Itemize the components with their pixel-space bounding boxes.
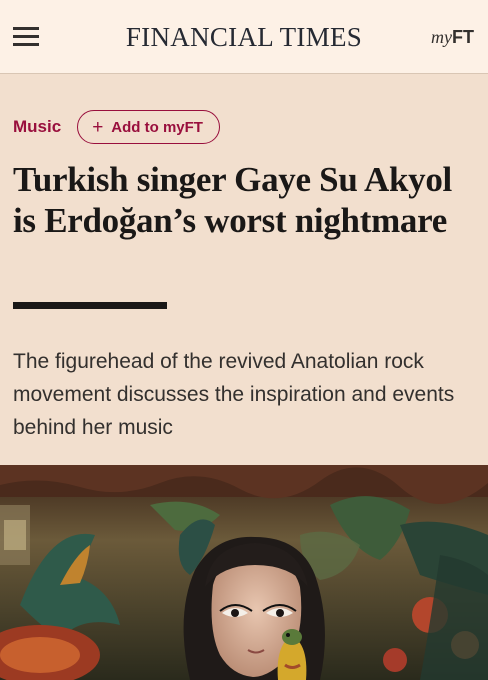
myft-link-prefix: my bbox=[431, 27, 452, 47]
myft-link[interactable]: myFT bbox=[431, 27, 474, 48]
article-topic-row: Music + Add to myFT bbox=[13, 109, 220, 145]
add-to-myft-label: Add to myFT bbox=[111, 118, 203, 136]
headline-divider bbox=[13, 302, 167, 309]
article-standfirst: The figurehead of the revived Anatolian … bbox=[13, 350, 455, 439]
myft-link-suffix: FT bbox=[452, 27, 474, 47]
add-to-myft-button[interactable]: + Add to myFT bbox=[77, 110, 220, 144]
topic-link-music[interactable]: Music bbox=[13, 117, 61, 137]
plus-icon: + bbox=[92, 116, 104, 138]
article-headline: Turkish singer Gaye Su Akyol is Erdoğan’… bbox=[13, 160, 452, 240]
top-navigation-bar: FINANCIAL TIMES myFT bbox=[0, 0, 488, 74]
hero-photo-illustration bbox=[0, 465, 488, 680]
masthead-logo[interactable]: FINANCIAL TIMES bbox=[0, 22, 488, 53]
article-hero-image bbox=[0, 465, 488, 680]
